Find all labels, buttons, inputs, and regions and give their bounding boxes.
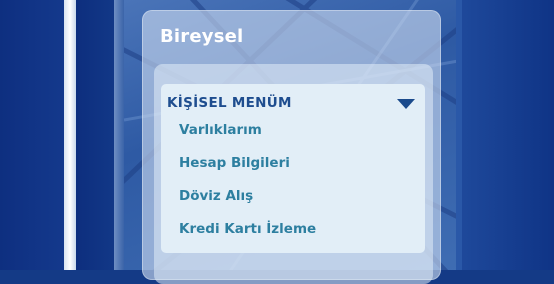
left-background-strip: [0, 0, 64, 270]
menu-panel: KİŞİSEL MENÜM Varlıklarım Hesap Bilgiler…: [154, 64, 433, 284]
bireysel-panel: Bireysel KİŞİSEL MENÜM Varlıklarım Hesap…: [142, 10, 441, 284]
personal-menu-header[interactable]: KİŞİSEL MENÜM: [161, 84, 425, 120]
personal-menu-title: KİŞİSEL MENÜM: [167, 95, 292, 111]
personal-menu-list: Varlıklarım Hesap Bilgileri Döviz Alış K…: [179, 120, 316, 252]
white-divider-bar: [64, 0, 76, 270]
panel-title: Bireysel: [160, 26, 244, 47]
menu-item-hesap-bilgileri[interactable]: Hesap Bilgileri: [179, 153, 316, 186]
menu-item-varliklarim[interactable]: Varlıklarım: [179, 120, 316, 153]
panel-edge-strip: [114, 0, 124, 270]
menu-item-kredi-karti-izleme[interactable]: Kredi Kartı İzleme: [179, 219, 316, 252]
chevron-down-icon[interactable]: [397, 99, 415, 109]
right-background-strip: [456, 0, 554, 270]
personal-menu: KİŞİSEL MENÜM Varlıklarım Hesap Bilgiler…: [161, 84, 425, 253]
right-divider-line: [456, 0, 462, 270]
dark-background-strip: [76, 0, 114, 270]
menu-item-doviz-alis[interactable]: Döviz Alış: [179, 186, 316, 219]
